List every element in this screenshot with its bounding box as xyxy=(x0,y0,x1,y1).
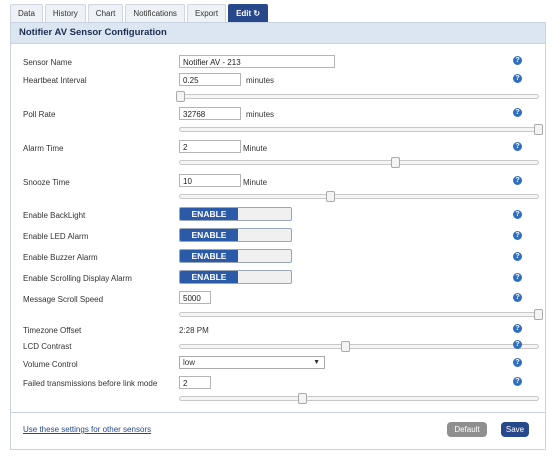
help-icon[interactable]: ? xyxy=(513,324,522,333)
heartbeat-interval-input[interactable]: 0.25 xyxy=(179,73,241,86)
slider-handle[interactable] xyxy=(340,341,350,352)
heartbeat-interval-label: Heartbeat Interval xyxy=(23,76,87,85)
sensor-name-input[interactable]: Notifier AV - 213 xyxy=(179,55,335,68)
toggle-state: ENABLE xyxy=(180,229,238,241)
lcd-contrast-slider[interactable] xyxy=(179,341,539,352)
tab-history[interactable]: History xyxy=(44,4,86,22)
alarm-time-input[interactable]: 2 xyxy=(179,140,241,153)
slider-handle[interactable] xyxy=(534,309,543,320)
tab-edit[interactable]: Edit ↻ xyxy=(228,4,269,22)
refresh-icon: ↻ xyxy=(253,9,261,18)
help-icon[interactable]: ? xyxy=(513,377,522,386)
help-icon[interactable]: ? xyxy=(513,210,522,219)
help-icon[interactable]: ? xyxy=(513,273,522,282)
toggle-state: ENABLE xyxy=(180,208,238,220)
sensor-name-label: Sensor Name xyxy=(23,58,72,67)
snooze-time-input[interactable]: 10 xyxy=(179,174,241,187)
help-icon[interactable]: ? xyxy=(513,231,522,240)
message-scroll-speed-slider[interactable] xyxy=(179,309,543,320)
tab-data[interactable]: Data xyxy=(10,4,43,22)
timezone-offset-label: Timezone Offset xyxy=(23,326,82,335)
tab-export[interactable]: Export xyxy=(186,4,227,22)
enable-scrolling-alarm-toggle[interactable]: ENABLE xyxy=(179,270,292,284)
slider-handle[interactable] xyxy=(390,157,400,168)
enable-backlight-label: Enable BackLight xyxy=(23,211,86,220)
panel-footer: Use these settings for other sensors Def… xyxy=(11,412,545,449)
poll-rate-input[interactable]: 32768 xyxy=(179,107,241,120)
heartbeat-unit: minutes xyxy=(246,76,275,85)
help-icon[interactable]: ? xyxy=(513,108,522,117)
slider-handle[interactable] xyxy=(297,393,307,404)
help-icon[interactable]: ? xyxy=(513,252,522,261)
failed-transmissions-slider[interactable] xyxy=(179,393,539,404)
poll-rate-slider[interactable] xyxy=(179,124,543,135)
help-icon[interactable]: ? xyxy=(513,340,522,349)
alarm-time-slider[interactable] xyxy=(179,157,539,168)
enable-led-alarm-toggle[interactable]: ENABLE xyxy=(179,228,292,242)
slider-handle[interactable] xyxy=(534,124,543,135)
message-scroll-speed-label: Message Scroll Speed xyxy=(23,295,104,304)
alarm-time-label: Alarm Time xyxy=(23,144,64,153)
volume-control-value: low xyxy=(183,358,196,367)
slider-handle[interactable] xyxy=(176,91,185,102)
config-panel: Notifier AV Sensor Configuration Sensor … xyxy=(10,22,546,450)
timezone-offset-value: 2:28 PM xyxy=(179,326,209,335)
volume-control-select[interactable]: low ▼ xyxy=(179,356,325,369)
tab-bar: Data History Chart Notifications Export … xyxy=(10,4,269,22)
help-icon[interactable]: ? xyxy=(513,142,522,151)
failed-transmissions-label: Failed transmissions before link mode xyxy=(23,379,158,388)
toggle-state: ENABLE xyxy=(180,271,238,283)
panel-title: Notifier AV Sensor Configuration xyxy=(11,23,545,44)
save-button[interactable]: Save xyxy=(501,422,529,437)
enable-scrolling-alarm-label: Enable Scrolling Display Alarm xyxy=(23,274,132,283)
help-icon[interactable]: ? xyxy=(513,176,522,185)
failed-transmissions-input[interactable]: 2 xyxy=(179,376,211,389)
help-icon[interactable]: ? xyxy=(513,74,522,83)
heartbeat-slider[interactable] xyxy=(176,91,539,102)
dropdown-arrow-icon: ▼ xyxy=(313,359,320,366)
enable-buzzer-alarm-toggle[interactable]: ENABLE xyxy=(179,249,292,263)
slider-handle[interactable] xyxy=(326,191,336,202)
use-settings-link[interactable]: Use these settings for other sensors xyxy=(23,425,151,434)
snooze-time-label: Snooze Time xyxy=(23,178,70,187)
poll-rate-label: Poll Rate xyxy=(23,110,56,119)
alarm-time-unit: Minute xyxy=(243,144,268,153)
lcd-contrast-label: LCD Contrast xyxy=(23,342,72,351)
tab-edit-label: Edit xyxy=(236,9,252,18)
snooze-time-slider[interactable] xyxy=(179,191,539,202)
snooze-time-unit: Minute xyxy=(243,178,268,187)
enable-backlight-toggle[interactable]: ENABLE xyxy=(179,207,292,221)
tab-chart[interactable]: Chart xyxy=(87,4,124,22)
help-icon[interactable]: ? xyxy=(513,358,522,367)
default-button[interactable]: Default xyxy=(447,422,487,437)
help-icon[interactable]: ? xyxy=(513,293,522,302)
tab-notifications[interactable]: Notifications xyxy=(125,4,185,22)
volume-control-label: Volume Control xyxy=(23,360,78,369)
poll-rate-unit: minutes xyxy=(246,110,275,119)
toggle-state: ENABLE xyxy=(180,250,238,262)
message-scroll-speed-input[interactable]: 5000 xyxy=(179,291,211,304)
enable-led-alarm-label: Enable LED Alarm xyxy=(23,232,89,241)
enable-buzzer-alarm-label: Enable Buzzer Alarm xyxy=(23,253,98,262)
help-icon[interactable]: ? xyxy=(513,56,522,65)
